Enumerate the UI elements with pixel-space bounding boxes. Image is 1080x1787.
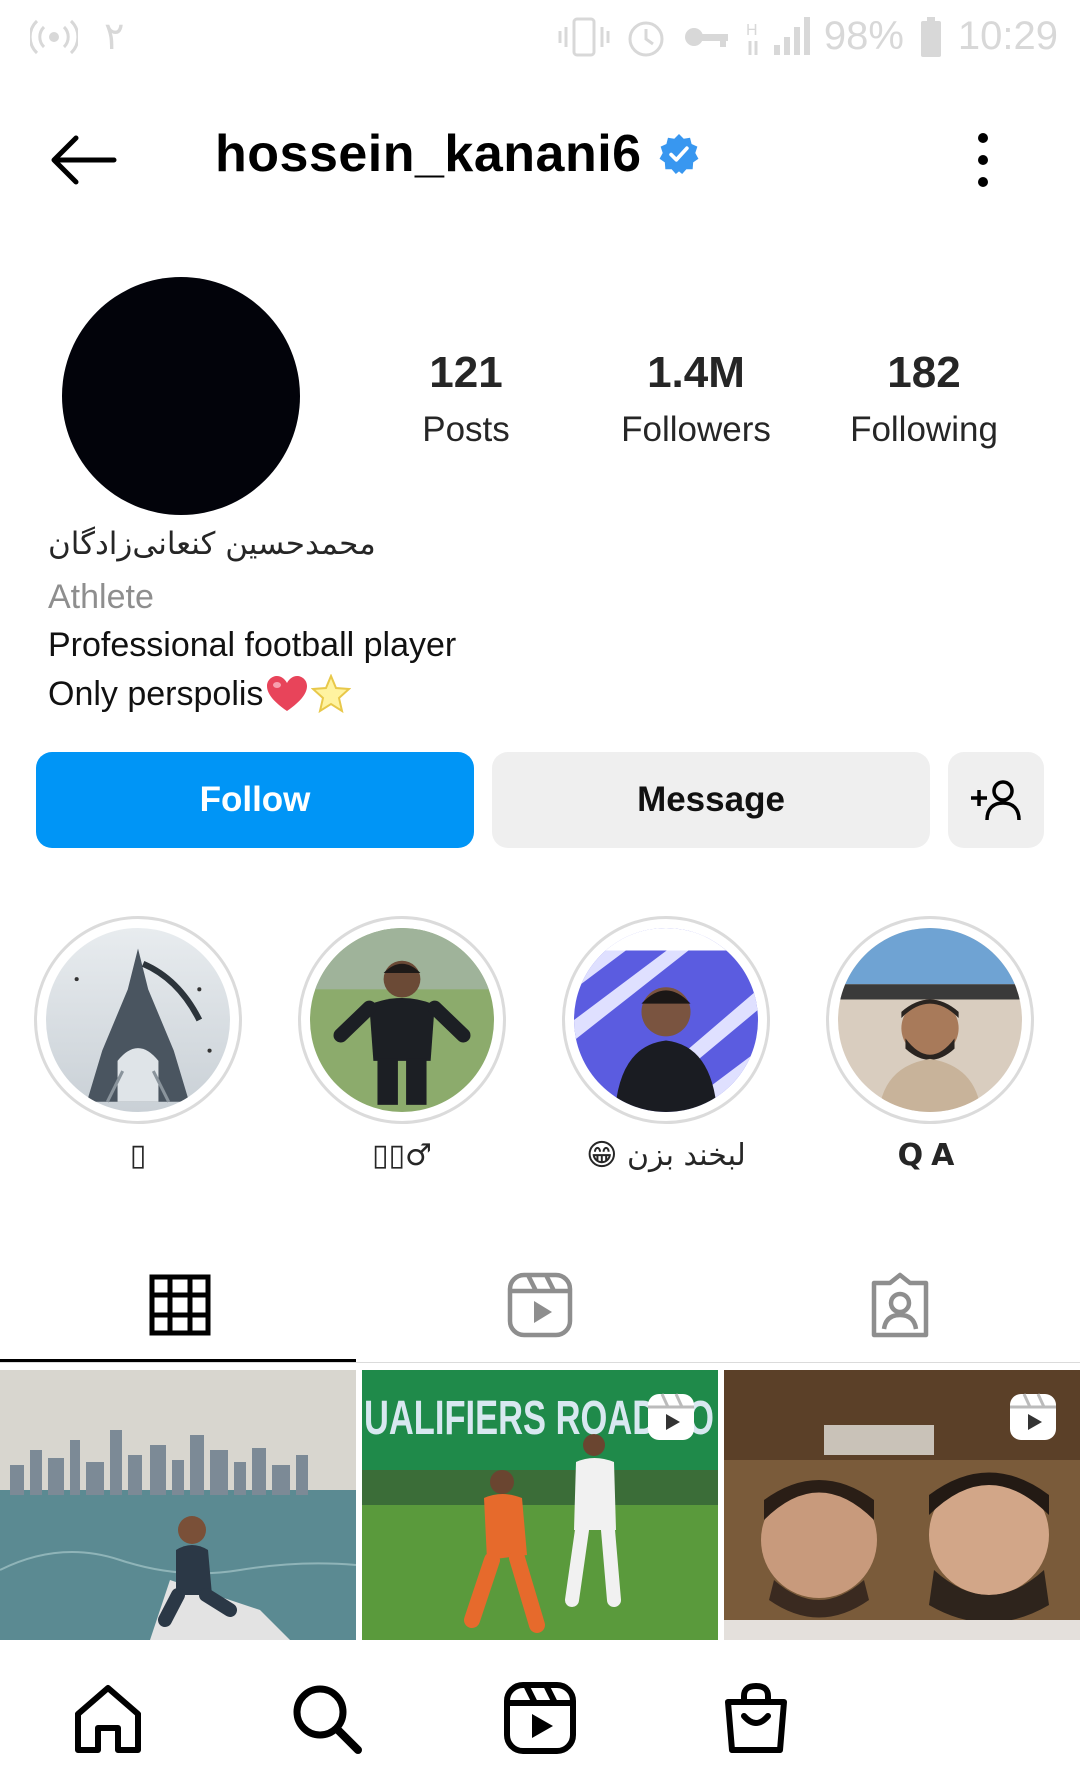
reels-icon — [1010, 1393, 1056, 1440]
stat-label: Posts — [422, 410, 510, 449]
sim-indicator: ۲ — [104, 16, 125, 58]
vibrate-icon — [558, 17, 610, 56]
post-tile[interactable] — [0, 1370, 356, 1640]
hotspot-icon — [30, 19, 78, 54]
tab-posts-grid[interactable] — [0, 1240, 360, 1370]
battery-icon — [920, 16, 941, 57]
bottom-navigation — [0, 1640, 1080, 1787]
stat-followers[interactable]: 1.4M Followers — [586, 348, 806, 450]
heart-icon — [267, 676, 308, 711]
more-vertical-icon[interactable] — [968, 130, 998, 190]
full-name: محمدحسین کنعانی‌زادگان — [48, 526, 376, 562]
highlight-ring — [298, 916, 506, 1124]
vpn-key-icon — [684, 27, 728, 47]
home-icon[interactable] — [70, 1680, 146, 1756]
highlight-caption: ▯▯♂ — [372, 1138, 432, 1173]
tab-reels[interactable] — [360, 1240, 720, 1370]
highlight-caption: لبخند بزن 😁 — [586, 1138, 746, 1173]
stat-value: 1.4M — [647, 348, 745, 397]
stat-label: Following — [850, 410, 998, 449]
reels-icon — [648, 1393, 694, 1440]
highlight-ring — [826, 916, 1034, 1124]
alarm-icon — [628, 21, 664, 56]
username: hossein_kanani6 — [215, 125, 642, 183]
add-user-icon — [971, 780, 1021, 821]
reels-icon — [507, 1272, 573, 1338]
status-bar: ۲ H 98% 10:29 — [0, 0, 1080, 76]
message-button[interactable]: Message — [492, 752, 930, 848]
highlight-caption: ▯ — [129, 1138, 147, 1173]
highlight-cover — [838, 928, 1022, 1112]
bio-line: Professional football player — [48, 626, 457, 664]
highlight-caption: QA — [897, 1138, 963, 1173]
stat-posts[interactable]: 121 Posts — [356, 348, 576, 450]
reels-icon[interactable] — [502, 1680, 578, 1756]
arrow-left-icon[interactable] — [46, 130, 118, 190]
follow-button[interactable]: Follow — [36, 752, 474, 848]
page-title: hossein_kanani6 — [215, 124, 700, 184]
story-highlight[interactable]: QA — [826, 916, 1034, 1180]
post-tile[interactable]: UALIFIERS ROAD TO — [362, 1370, 718, 1640]
battery-percent: 98% — [823, 14, 904, 58]
avatar[interactable] — [62, 277, 300, 515]
stat-following[interactable]: 182 Following — [814, 348, 1034, 450]
divider — [0, 1362, 1080, 1363]
search-icon[interactable] — [288, 1680, 364, 1756]
post-thumbnail — [0, 1370, 356, 1640]
svg-text:H: H — [746, 22, 758, 39]
tab-tagged[interactable] — [720, 1240, 1080, 1370]
highlight-ring — [34, 916, 242, 1124]
clock: 10:29 — [957, 14, 1058, 58]
grid-icon — [149, 1274, 211, 1336]
profile-header: hossein_kanani6 — [0, 110, 1080, 210]
bio-text: Only perspolis — [48, 674, 264, 713]
category-label: Athlete — [48, 578, 154, 616]
post-tile[interactable] — [724, 1370, 1080, 1640]
stat-value: 182 — [887, 348, 961, 397]
highlight-cover — [310, 928, 494, 1112]
story-highlight[interactable]: لبخند بزن 😁 — [562, 916, 770, 1180]
stat-label: Followers — [621, 410, 771, 449]
highlight-cover — [574, 928, 758, 1112]
signal-icon: H — [746, 16, 810, 55]
highlight-ring — [562, 916, 770, 1124]
story-highlight[interactable]: ▯ — [34, 916, 242, 1180]
bio-line: Only perspolis — [48, 674, 352, 714]
highlight-cover — [46, 928, 230, 1112]
shop-bag-icon[interactable] — [718, 1680, 794, 1756]
star-icon — [311, 674, 352, 714]
stat-value: 121 — [429, 348, 503, 397]
story-highlight[interactable]: ▯▯♂ — [298, 916, 506, 1180]
verified-badge-icon — [659, 134, 699, 174]
tagged-icon — [871, 1272, 929, 1338]
add-user-button[interactable] — [948, 752, 1044, 848]
